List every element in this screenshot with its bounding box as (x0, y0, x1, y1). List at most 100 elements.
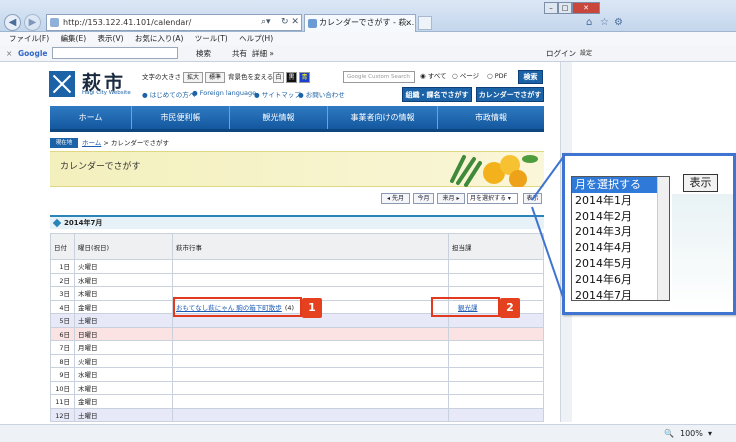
window-controls: – □ ✕ (544, 2, 600, 14)
gnav-business[interactable]: 事業者向けの情報 (328, 106, 438, 129)
google-share-button[interactable]: 共有 (232, 45, 247, 62)
dropdown-option[interactable]: 2014年7月 (572, 288, 669, 300)
dropdown-option[interactable]: 2014年1月 (572, 193, 669, 209)
contact-label: お問い合わせ (305, 91, 345, 99)
month-heading: 2014年7月 (50, 215, 544, 229)
google-more-button[interactable]: 詳細 » (252, 45, 274, 62)
cell-weekday: 日曜日 (74, 326, 173, 341)
breadcrumb-current: > カレンダーでさがす (103, 139, 170, 147)
address-search-icon[interactable]: ⌕▾ (261, 15, 271, 30)
home-icon[interactable]: ⌂ (586, 17, 592, 28)
dropdown-option[interactable]: 2014年4月 (572, 240, 669, 256)
tab-close-icon[interactable]: × (405, 15, 412, 31)
cell-date: 11日 (50, 394, 75, 409)
refresh-icon[interactable]: ↻ ✕ (281, 15, 299, 30)
callout-dept-box (431, 297, 500, 317)
menu-file[interactable]: ファイル(F) (9, 32, 49, 45)
dropdown-option[interactable]: 2014年3月 (572, 224, 669, 240)
gnav-home[interactable]: ホーム (50, 106, 132, 129)
tab-favicon-icon (308, 19, 317, 28)
col-date: 日付 (50, 233, 75, 260)
address-bar[interactable]: http://153.122.41.101/calendar/ ⌕▾ ↻ ✕ (46, 14, 302, 31)
table-row: 2日 水曜日 (50, 272, 544, 287)
menu-edit[interactable]: 編集(E) (61, 32, 87, 45)
zoom-icon[interactable]: 🔍 (664, 425, 674, 442)
popup-show-button[interactable]: 表示 (683, 174, 718, 192)
font-standard-button[interactable]: 標準 (205, 72, 225, 83)
site-search-button[interactable]: 検索 (518, 70, 543, 84)
cell-date: 9日 (50, 367, 75, 382)
maximize-button[interactable]: □ (558, 2, 572, 14)
tab-current[interactable]: カレンダーでさがす - 萩... × (304, 14, 416, 32)
dropdown-option[interactable]: 2014年2月 (572, 209, 669, 225)
table-row: 7日 月曜日 (50, 340, 544, 355)
forward-icon[interactable]: ▶ (24, 14, 41, 31)
google-search-button[interactable]: 検索 (196, 45, 211, 62)
gnav-citizen[interactable]: 市民便利帳 (132, 106, 230, 129)
toolbar-settings[interactable]: 設定 (580, 45, 592, 62)
gnav-city-govt[interactable]: 市政情報 (438, 106, 544, 129)
gnav-tourism[interactable]: 観光情報 (230, 106, 328, 129)
cell-date: 3日 (50, 286, 75, 301)
back-icon[interactable]: ◀ (4, 14, 21, 31)
foreign-language-link[interactable]: ● Foreign language (192, 89, 256, 97)
calendar-search-button[interactable]: カレンダーでさがす (476, 87, 544, 102)
cell-dept (448, 326, 544, 341)
month-select-value: 月を選択する (470, 195, 507, 202)
close-window-button[interactable]: ✕ (572, 2, 600, 14)
this-month-button[interactable]: 今月 (413, 193, 434, 204)
org-search-button[interactable]: 組織・課名でさがす (402, 87, 472, 102)
callout-badge-1: 1 (302, 298, 322, 318)
zoom-connector-lower (531, 206, 565, 301)
toolbar-close-icon[interactable]: × (6, 45, 12, 62)
cell-dept (448, 367, 544, 382)
hagi-logo-icon[interactable] (49, 71, 75, 97)
gear-icon[interactable]: ⚙ (614, 17, 623, 28)
cell-event (172, 380, 449, 395)
cell-event (172, 394, 449, 409)
minimize-button[interactable]: – (544, 2, 558, 14)
cell-dept (448, 407, 544, 422)
favorites-star-icon[interactable]: ☆ (600, 17, 609, 28)
dropdown-option[interactable]: 2014年5月 (572, 256, 669, 272)
cell-weekday: 土曜日 (74, 407, 173, 422)
site-search-input[interactable]: Google Custom Search (343, 71, 415, 83)
scope-pdf[interactable]: ○ PDF (487, 71, 507, 82)
bg-black-button[interactable]: 黒 (286, 72, 297, 83)
font-enlarge-button[interactable]: 拡大 (183, 72, 203, 83)
zoom-level[interactable]: 100% (680, 425, 703, 442)
dropdown-option[interactable]: 2014年6月 (572, 272, 669, 288)
new-tab-button[interactable] (418, 16, 432, 30)
google-search-input[interactable] (52, 47, 178, 59)
menu-view[interactable]: 表示(V) (98, 32, 124, 45)
scope-all[interactable]: ◉ すべて (420, 71, 447, 82)
dropdown-option[interactable]: 月を選択する (572, 177, 669, 193)
cell-weekday: 木曜日 (74, 286, 173, 301)
cell-date: 6日 (50, 326, 75, 341)
scope-page[interactable]: ○ ページ (452, 71, 479, 82)
cell-date: 8日 (50, 353, 75, 368)
breadcrumb-home[interactable]: ホーム (82, 139, 101, 147)
month-select[interactable]: 月を選択する ▾ (467, 193, 518, 204)
event-calendar-table: 日付 曜日(祝日) 萩市行事 担当課 1日 火曜日 2日 水曜日 3日 木曜日 4日 金曜日お… (50, 233, 544, 422)
beginners-link[interactable]: ● はじめての方へ (142, 89, 195, 99)
menu-help[interactable]: ヘルプ(H) (239, 32, 273, 45)
menu-favorites[interactable]: お気に入り(A) (135, 32, 183, 45)
sitemap-link[interactable]: ● サイトマップ (254, 89, 301, 99)
cell-event (172, 326, 449, 341)
callout-badge-2: 2 (500, 298, 520, 318)
contact-link[interactable]: ● お問い合わせ (298, 89, 345, 99)
cell-date: 2日 (50, 272, 75, 287)
zoom-dropdown-icon[interactable]: ▾ (708, 425, 712, 442)
login-link[interactable]: ログイン (546, 45, 576, 62)
dropdown-scrollbar[interactable] (657, 177, 669, 300)
cell-event (172, 367, 449, 382)
bg-blue-button[interactable]: 青 (299, 72, 310, 83)
prev-month-button[interactable]: ◂ 先月 (381, 193, 410, 204)
next-month-button[interactable]: 来月 ▸ (437, 193, 465, 204)
zoom-connector-upper (531, 155, 565, 201)
menu-tools[interactable]: ツール(T) (195, 32, 228, 45)
bg-white-button[interactable]: 白 (273, 72, 284, 83)
cell-weekday: 土曜日 (74, 313, 173, 328)
month-dropdown-list[interactable]: 月を選択する 2014年1月 2014年2月 2014年3月 2014年4月 2014年5… (571, 176, 670, 301)
